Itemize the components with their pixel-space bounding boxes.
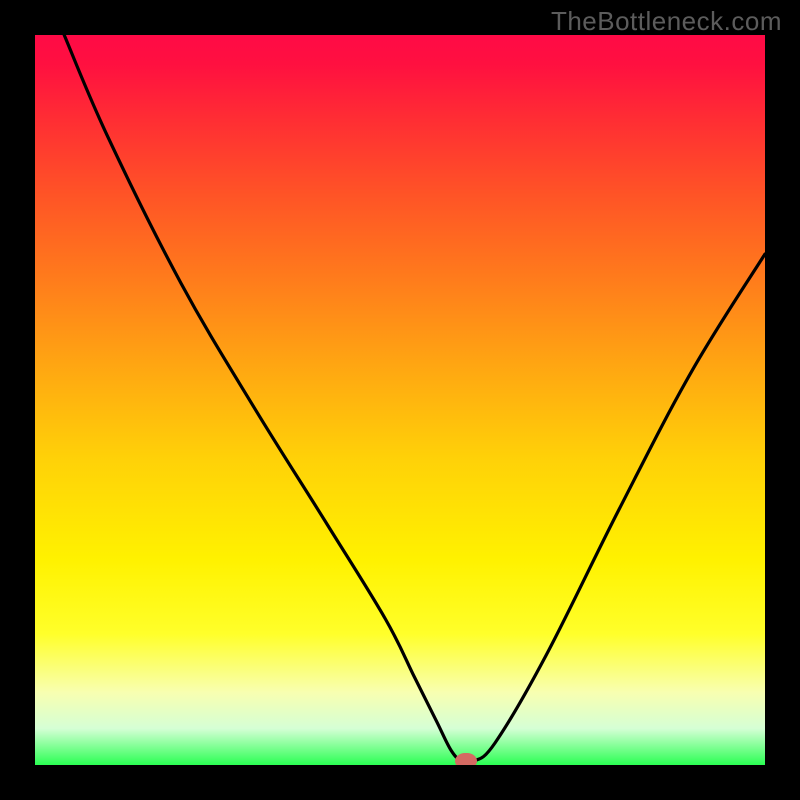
bottleneck-curve — [64, 35, 765, 763]
watermark-text: TheBottleneck.com — [551, 6, 782, 37]
curve-layer — [35, 35, 765, 765]
optimum-marker — [455, 753, 477, 765]
plot-area — [35, 35, 765, 765]
chart-frame: TheBottleneck.com — [0, 0, 800, 800]
